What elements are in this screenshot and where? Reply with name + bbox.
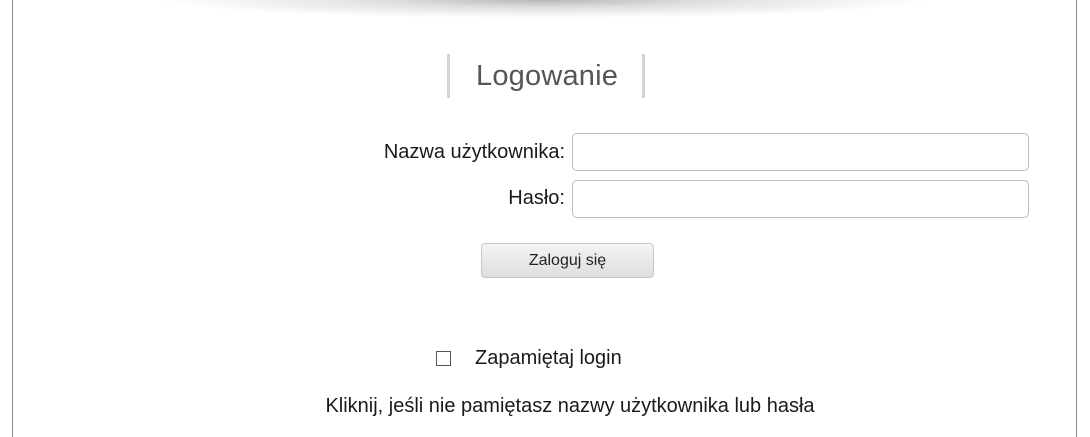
password-input[interactable]: [572, 180, 1029, 218]
remember-login-checkbox[interactable]: [436, 351, 451, 366]
frame-border-right: [1076, 0, 1077, 437]
login-button[interactable]: Zaloguj się: [481, 243, 654, 278]
username-input[interactable]: [572, 133, 1029, 171]
page-title: Logowanie: [476, 59, 619, 92]
password-label: Hasło:: [508, 187, 565, 209]
remember-login-label[interactable]: Zapamiętaj login: [475, 347, 622, 370]
forgot-credentials-link[interactable]: Kliknij, jeśli nie pamiętasz nazwy użytk…: [200, 395, 940, 418]
header-shadow: [13, 0, 1076, 26]
login-title-block: Logowanie: [447, 54, 646, 98]
title-divider-right: [642, 54, 646, 98]
remember-login-row[interactable]: Zapamiętaj login: [436, 347, 622, 370]
login-page: Logowanie Nazwa użytkownika: Hasło: Zalo…: [0, 0, 1090, 437]
username-label: Nazwa użytkownika:: [383, 141, 565, 163]
frame-border-left: [12, 0, 13, 437]
